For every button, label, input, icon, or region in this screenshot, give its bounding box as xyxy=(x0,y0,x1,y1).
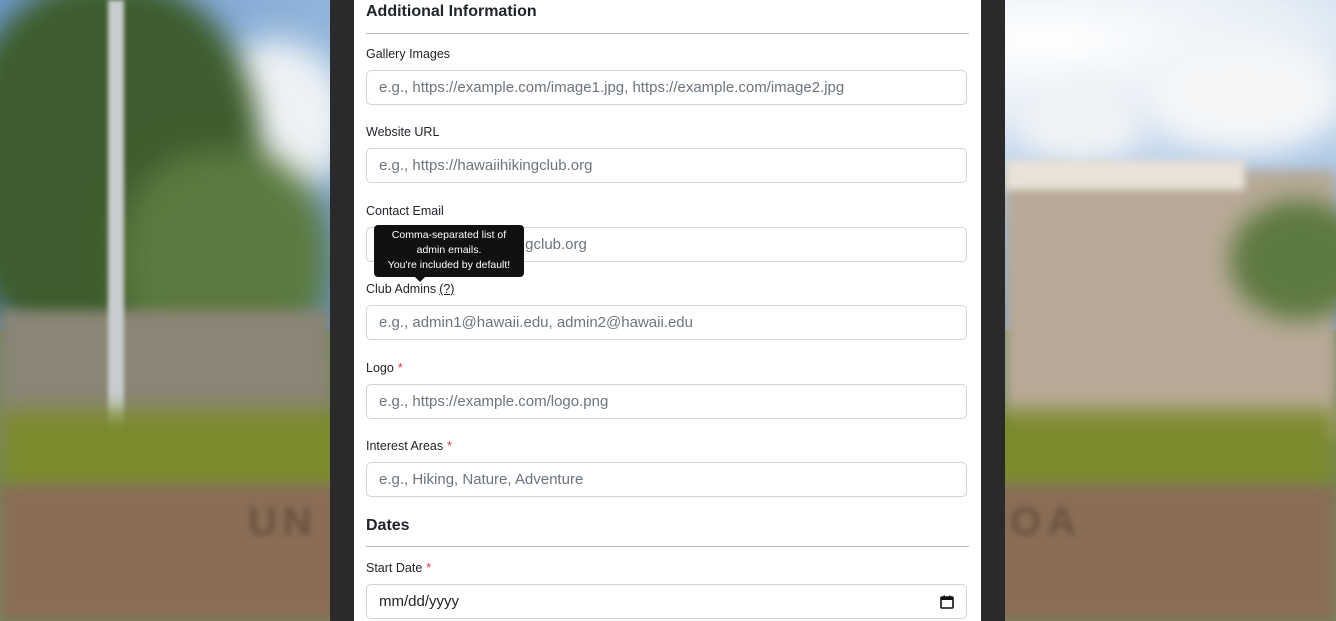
club-admins-tooltip: Comma-separated list of admin emails. Yo… xyxy=(374,225,524,277)
calendar-icon[interactable] xyxy=(940,595,954,609)
club-admins-help-link[interactable]: (?) xyxy=(439,282,454,296)
contact-email-label: Contact Email xyxy=(366,204,444,218)
required-asterisk: * xyxy=(447,439,452,453)
section-divider xyxy=(366,33,969,34)
start-date-value: mm/dd/yyyy xyxy=(379,593,460,610)
cloud xyxy=(1020,90,1140,160)
tooltip-line: admin emails. xyxy=(416,244,482,256)
website-url-label: Website URL xyxy=(366,125,440,139)
start-date-label: Start Date * xyxy=(366,561,431,575)
interest-areas-label-text: Interest Areas xyxy=(366,439,444,453)
wall-lettering: OA xyxy=(1010,500,1082,544)
modal-shadow-left xyxy=(330,0,354,621)
start-date-input[interactable]: mm/dd/yyyy xyxy=(366,584,967,619)
tooltip-arrow xyxy=(415,277,425,282)
website-url-input[interactable]: e.g., https://hawaiihikingclub.org xyxy=(366,148,967,183)
form-card: Additional Information Gallery Images e.… xyxy=(354,0,981,621)
modal-shadow-right xyxy=(981,0,1005,621)
section-divider xyxy=(366,546,969,547)
building-roof xyxy=(1005,160,1245,190)
interest-areas-label: Interest Areas * xyxy=(366,439,452,453)
cloud xyxy=(1150,40,1336,150)
interest-areas-input[interactable]: e.g., Hiking, Nature, Adventure xyxy=(366,462,967,497)
tooltip-line: You're included by default! xyxy=(387,259,511,271)
gallery-images-label: Gallery Images xyxy=(366,47,451,61)
required-asterisk: * xyxy=(397,361,403,375)
logo-label-text: Logo xyxy=(366,361,394,375)
club-admins-label-text: Club Admins xyxy=(366,282,437,296)
logo-input[interactable]: e.g., https://example.com/logo.png xyxy=(366,384,967,419)
gallery-images-input[interactable]: e.g., https://example.com/image1.jpg, ht… xyxy=(366,70,967,105)
club-admins-label: Club Admins (?) xyxy=(366,282,454,296)
section-title-additional-information: Additional Information xyxy=(366,3,537,20)
start-date-label-text: Start Date xyxy=(366,561,423,575)
logo-label: Logo * xyxy=(366,361,403,375)
required-asterisk: * xyxy=(426,561,432,575)
club-admins-input[interactable]: e.g., admin1@hawaii.edu, admin2@hawaii.e… xyxy=(366,305,967,340)
flag-pole xyxy=(108,0,124,430)
wall-lettering: UN xyxy=(248,500,318,544)
section-title-dates: Dates xyxy=(366,517,410,534)
tooltip-line: Comma-separated list of xyxy=(391,229,507,241)
